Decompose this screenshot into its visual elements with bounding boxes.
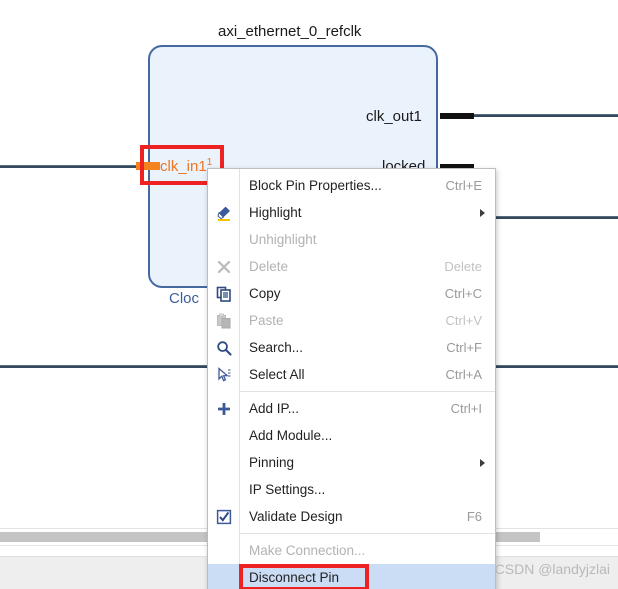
menu-item-select-all[interactable]: Select All Ctrl+A (208, 361, 495, 388)
no-icon (208, 476, 239, 503)
menu-item-label: Pinning (249, 455, 295, 470)
canvas-context-menu[interactable]: Block Pin Properties... Ctrl+E Highlight Un… (207, 168, 496, 589)
menu-item-label: Add Module... (249, 428, 333, 443)
menu-item-label: IP Settings... (249, 482, 326, 497)
block-title: axi_ethernet_0_refclk (218, 23, 362, 40)
chevron-right-icon (480, 208, 485, 217)
menu-item-shortcut: Ctrl+V (445, 313, 482, 328)
highlight-icon (208, 199, 239, 226)
menu-separator (239, 391, 495, 392)
menu-item-block-pin-properties[interactable]: Block Pin Properties... Ctrl+E (208, 172, 495, 199)
context-menu-item-list: Block Pin Properties... Ctrl+E Highlight Un… (208, 172, 495, 589)
menu-item-label: Select All (249, 367, 305, 382)
menu-item-shortcut: Delete (444, 259, 482, 274)
menu-item-label: Disconnect Pin (249, 570, 340, 585)
menu-item-highlight[interactable]: Highlight (208, 199, 495, 226)
menu-item-label: Delete (249, 259, 289, 274)
pin-label-clk-out1[interactable]: clk_out1 (366, 108, 422, 125)
menu-item-delete: Delete Delete (208, 253, 495, 280)
menu-separator (239, 533, 495, 534)
copy-icon (208, 280, 239, 307)
delete-icon (208, 253, 239, 280)
wire-right-upper[interactable] (496, 216, 618, 219)
wire-right-clk-out1[interactable] (470, 114, 618, 117)
menu-item-shortcut: F6 (466, 509, 482, 524)
vivado-block-design-screenshot: axi_ethernet_0_refclk clk_in11 clk_out1 … (0, 0, 618, 589)
menu-item-shortcut: Ctrl+F (446, 340, 482, 355)
menu-item-unhighlight: Unhighlight (208, 226, 495, 253)
menu-item-make-connection: Make Connection... (208, 537, 495, 564)
watermark-text: CSDN @landyjzlai (494, 561, 610, 577)
menu-item-label: Validate Design (249, 509, 343, 524)
menu-item-paste: Paste Ctrl+V (208, 307, 495, 334)
menu-item-search[interactable]: Search... Ctrl+F (208, 334, 495, 361)
menu-item-ip-settings[interactable]: IP Settings... (208, 476, 495, 503)
pin-stub-clk-out1 (440, 113, 474, 119)
no-icon (208, 449, 239, 476)
menu-item-label: Search... (249, 340, 304, 355)
block-subtitle: Cloc (169, 290, 200, 307)
menu-item-validate-design[interactable]: Validate Design F6 (208, 503, 495, 530)
menu-item-add-ip[interactable]: Add IP... Ctrl+I (208, 395, 495, 422)
menu-item-copy[interactable]: Copy Ctrl+C (208, 280, 495, 307)
menu-item-label: Highlight (249, 205, 302, 220)
menu-item-shortcut: Ctrl+E (445, 178, 482, 193)
no-icon (208, 172, 239, 199)
menu-item-shortcut: Ctrl+A (445, 367, 482, 382)
menu-item-label: Paste (249, 313, 284, 328)
validate-icon (208, 503, 239, 530)
no-icon (208, 226, 239, 253)
no-icon (208, 564, 239, 589)
select-all-icon (208, 361, 239, 388)
menu-item-pinning[interactable]: Pinning (208, 449, 495, 476)
chevron-right-icon (480, 458, 485, 467)
paste-icon (208, 307, 239, 334)
wire-right-lower[interactable] (496, 365, 618, 368)
menu-item-disconnect-pin[interactable]: Disconnect Pin (208, 564, 495, 589)
menu-item-label: Block Pin Properties... (249, 178, 382, 193)
menu-item-label: Make Connection... (249, 543, 366, 558)
menu-item-shortcut: Ctrl+I (450, 401, 482, 416)
menu-item-label: Unhighlight (249, 232, 317, 247)
no-icon (208, 537, 239, 564)
menu-item-label: Add IP... (249, 401, 300, 416)
menu-item-shortcut: Ctrl+C (444, 286, 482, 301)
wire-left-clk-in1[interactable] (0, 165, 148, 168)
wire-left-lower[interactable] (0, 365, 210, 368)
plus-icon (208, 395, 239, 422)
menu-item-add-module[interactable]: Add Module... (208, 422, 495, 449)
search-icon (208, 334, 239, 361)
menu-item-label: Copy (249, 286, 281, 301)
no-icon (208, 422, 239, 449)
